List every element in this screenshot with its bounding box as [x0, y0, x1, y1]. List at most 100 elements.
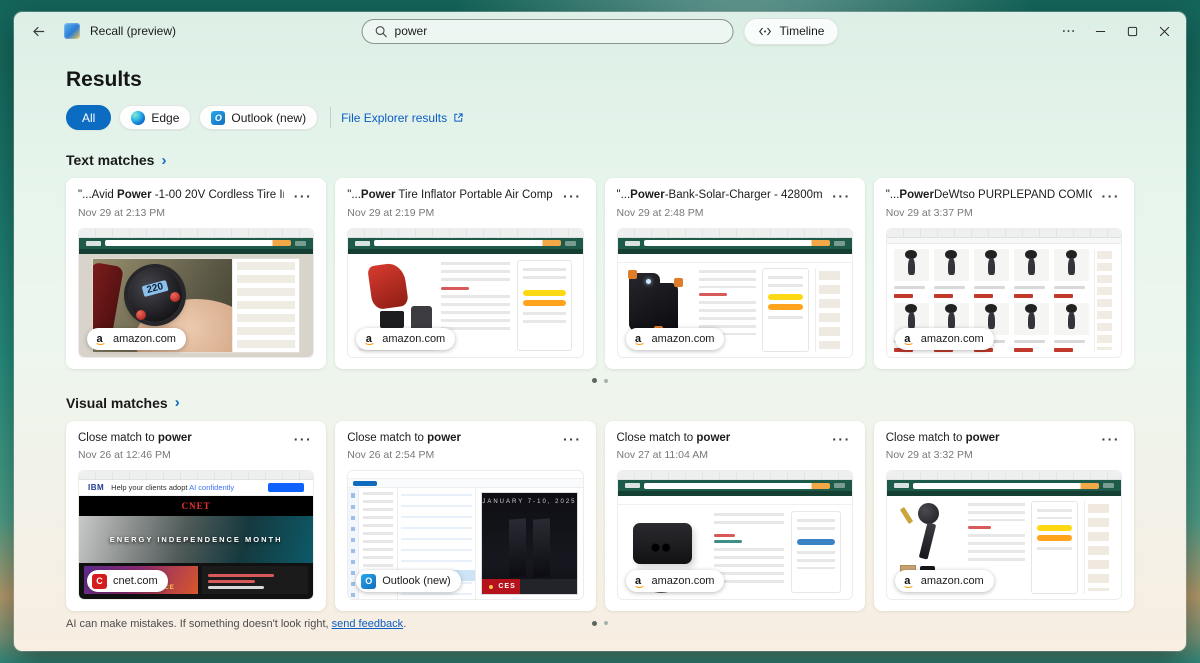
card-date: Nov 29 at 3:37 PM: [886, 207, 1122, 219]
result-card: Close match to power ··· Nov 26 at 2:54 …: [335, 421, 595, 612]
text-matches-header[interactable]: Text matches›: [66, 152, 1134, 168]
amazon-favicon: a: [631, 331, 646, 346]
result-card: "...Avid Power -1-00 20V Cordless Tire I…: [66, 178, 326, 369]
card-title: Close match to power: [78, 431, 284, 447]
filter-chip-all[interactable]: All: [66, 105, 111, 130]
timeline-button[interactable]: Timeline: [744, 18, 839, 45]
recall-app-window: Recall (preview) Timeline Results All Ed…: [14, 12, 1186, 651]
card-thumbnail[interactable]: aamazon.com: [617, 470, 853, 600]
result-card: "...Power-Bank-Solar-Charger - 42800mAh …: [605, 178, 865, 369]
maximize-button[interactable]: [1116, 18, 1148, 44]
page-dot[interactable]: [604, 621, 608, 625]
footer: AI can make mistakes. If something doesn…: [66, 618, 1134, 630]
search-input[interactable]: [395, 24, 695, 38]
source-badge: aamazon.com: [895, 328, 994, 350]
card-menu-button[interactable]: ···: [292, 188, 315, 202]
recall-app-icon: [64, 23, 80, 39]
cnet-logo: CNET: [182, 501, 211, 511]
filter-chip-outlook[interactable]: OOutlook (new): [199, 105, 318, 130]
external-link-icon: [453, 112, 464, 123]
search-icon: [375, 25, 388, 38]
divider: [330, 107, 331, 128]
amazon-favicon: a: [631, 574, 646, 589]
back-arrow-icon: [31, 24, 46, 39]
card-menu-button[interactable]: ···: [830, 188, 853, 202]
outlook-favicon: O: [361, 574, 376, 589]
page-title: Results: [66, 68, 1134, 92]
card-title: Close match to power: [347, 431, 553, 447]
result-card: Close match to power ··· Nov 27 at 11:04…: [605, 421, 865, 612]
card-title: "...Power-Bank-Solar-Charger - 42800mAh …: [617, 188, 823, 204]
card-date: Nov 26 at 2:54 PM: [347, 449, 583, 461]
card-thumbnail[interactable]: aamazon.com: [617, 228, 853, 358]
card-title: "...Power Tire Inflator Portable Air Com…: [347, 188, 553, 204]
file-explorer-results-link[interactable]: File Explorer results: [341, 111, 464, 125]
card-date: Nov 29 at 2:48 PM: [617, 207, 853, 219]
back-button[interactable]: [24, 18, 52, 44]
card-title: "...PowerDeWtso PURPLEPAND COMICA OMICA …: [886, 188, 1092, 204]
outlook-icon: O: [211, 111, 225, 125]
more-icon: [1062, 29, 1075, 33]
card-title: Close match to power: [617, 431, 823, 447]
source-badge: OOutlook (new): [356, 570, 460, 592]
result-card: "...Power Tire Inflator Portable Air Com…: [335, 178, 595, 369]
close-icon: [1159, 26, 1170, 37]
minimize-button[interactable]: [1084, 18, 1116, 44]
filter-bar: All Edge OOutlook (new) File Explorer re…: [66, 105, 1134, 130]
card-thumbnail[interactable]: IBMHelp your clients adopt AI confidentl…: [78, 470, 314, 600]
titlebar: Recall (preview) Timeline: [14, 12, 1186, 50]
amazon-favicon: a: [900, 331, 915, 346]
cnet-favicon: C: [92, 574, 107, 589]
card-date: Nov 29 at 2:13 PM: [78, 207, 314, 219]
edge-icon: [131, 111, 145, 125]
card-title: Close match to power: [886, 431, 1092, 447]
visual-matches-row: Close match to power ··· Nov 26 at 12:46…: [66, 421, 1134, 612]
card-menu-button[interactable]: ···: [830, 431, 853, 445]
result-card: Close match to power ··· Nov 29 at 3:32 …: [874, 421, 1134, 612]
card-thumbnail[interactable]: 220 4 Measurement Units aamazon.com: [78, 228, 314, 358]
card-title: "...Avid Power -1-00 20V Cordless Tire I…: [78, 188, 284, 204]
card-thumbnail[interactable]: JANUARY 7-10, 2025CES OOutlook (new): [347, 470, 583, 600]
card-thumbnail[interactable]: aamazon.com: [347, 228, 583, 358]
page-dot[interactable]: [604, 379, 608, 383]
result-card: "...PowerDeWtso PURPLEPAND COMICA OMICA …: [874, 178, 1134, 369]
close-button[interactable]: [1148, 18, 1180, 44]
chevron-right-icon: ›: [175, 395, 180, 410]
card-menu-button[interactable]: ···: [1100, 188, 1123, 202]
card-menu-button[interactable]: ···: [561, 431, 584, 445]
card-menu-button[interactable]: ···: [1100, 431, 1123, 445]
card-date: Nov 26 at 12:46 PM: [78, 449, 314, 461]
search-box[interactable]: [362, 19, 734, 44]
amazon-favicon: a: [361, 331, 376, 346]
amazon-favicon: a: [900, 574, 915, 589]
visual-matches-pagination[interactable]: [66, 620, 1134, 626]
card-thumbnail[interactable]: aamazon.com: [886, 470, 1122, 600]
maximize-icon: [1127, 26, 1138, 37]
text-matches-row: "...Avid Power -1-00 20V Cordless Tire I…: [66, 178, 1134, 369]
tire-gauge: 220: [128, 268, 182, 322]
card-thumbnail[interactable]: aamazon.com: [886, 228, 1122, 358]
source-badge: Ccnet.com: [87, 570, 168, 592]
page-dot-active[interactable]: [592, 378, 597, 383]
card-date: Nov 29 at 3:32 PM: [886, 449, 1122, 461]
app-title: Recall (preview): [90, 24, 176, 38]
source-badge: aamazon.com: [895, 570, 994, 592]
filter-chip-edge[interactable]: Edge: [119, 105, 191, 130]
more-options-button[interactable]: [1052, 18, 1084, 44]
result-card: Close match to power ··· Nov 26 at 12:46…: [66, 421, 326, 612]
card-date: Nov 29 at 2:19 PM: [347, 207, 583, 219]
source-badge: aamazon.com: [626, 328, 725, 350]
source-badge: aamazon.com: [626, 570, 725, 592]
card-menu-button[interactable]: ···: [561, 188, 584, 202]
card-menu-button[interactable]: ···: [292, 431, 315, 445]
chevron-right-icon: ›: [161, 153, 166, 168]
minimize-icon: [1095, 26, 1106, 37]
card-date: Nov 27 at 11:04 AM: [617, 449, 853, 461]
page-dot-active[interactable]: [592, 621, 597, 626]
visual-matches-header[interactable]: Visual matches›: [66, 395, 1134, 411]
timeline-icon: [758, 26, 773, 37]
source-badge: aamazon.com: [87, 328, 186, 350]
source-badge: aamazon.com: [356, 328, 455, 350]
text-matches-pagination[interactable]: [66, 378, 1134, 384]
amazon-favicon: a: [92, 331, 107, 346]
